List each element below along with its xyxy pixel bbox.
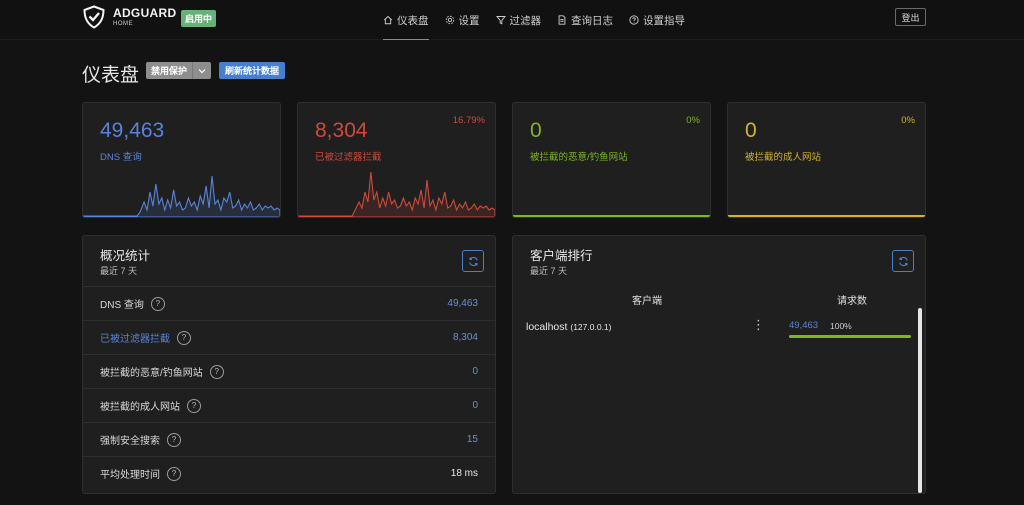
row-value[interactable]: 15 bbox=[467, 434, 478, 445]
nav-setup-guide[interactable]: 设置指导 bbox=[629, 0, 685, 40]
help-icon[interactable]: ? bbox=[167, 466, 181, 481]
stat-percent: 16.79% bbox=[452, 115, 485, 126]
stat-card-blocked-by-filters: 8,304 已被过滤器拦截 16.79% bbox=[297, 102, 496, 218]
row-label: 被拦截的恶意/钓鱼网站 bbox=[100, 368, 203, 379]
stat-value: 0 bbox=[745, 119, 757, 142]
client-ip: (127.0.0.1) bbox=[570, 322, 612, 332]
row-label: DNS 查询 bbox=[100, 300, 144, 311]
column-header-requests[interactable]: 请求数 bbox=[837, 292, 867, 307]
panel-title: 概况统计 bbox=[100, 249, 151, 263]
dns-queries-sparkline bbox=[83, 175, 280, 217]
help-icon bbox=[629, 15, 639, 25]
help-icon[interactable]: ? bbox=[150, 296, 165, 311]
table-row: localhost (127.0.0.1) ⋮ 49,463 100% bbox=[513, 316, 917, 346]
stat-label: 被拦截的恶意/钓鱼网站 bbox=[530, 152, 628, 163]
row-value[interactable]: 49,463 bbox=[447, 298, 478, 309]
disable-protection-label: 禁用保护 bbox=[151, 66, 188, 76]
stat-card-adult-sites: 0 被拦截的成人网站 0% bbox=[727, 102, 926, 218]
client-request-count[interactable]: 49,463 bbox=[789, 320, 818, 331]
document-icon bbox=[558, 15, 566, 25]
refresh-top-clients-button[interactable] bbox=[892, 250, 914, 272]
panel-subtitle: 最近 7 天 bbox=[530, 266, 568, 276]
row-value[interactable]: 0 bbox=[472, 400, 478, 411]
stat-row-blocked-by-filters: 已被过滤器拦截? 8,304 bbox=[83, 320, 495, 354]
panel-title: 客户端排行 bbox=[530, 249, 593, 263]
shield-check-icon bbox=[83, 5, 105, 29]
refresh-general-stats-button[interactable] bbox=[462, 250, 484, 272]
stat-label: 被拦截的成人网站 bbox=[745, 152, 822, 163]
nav-filters[interactable]: 过滤器 bbox=[495, 0, 542, 40]
stat-value: 0 bbox=[530, 119, 542, 142]
row-label: 强制安全搜索 bbox=[100, 436, 160, 447]
column-header-client[interactable]: 客户端 bbox=[632, 292, 662, 307]
top-clients-panel: 客户端排行 最近 7 天 客户端 请求数 localhost (127.0.0.… bbox=[512, 235, 926, 494]
client-name[interactable]: localhost (127.0.0.1) bbox=[526, 321, 612, 333]
nav-dashboard[interactable]: 仪表盘 bbox=[383, 0, 429, 40]
disable-protection-button[interactable]: 禁用保护 bbox=[146, 62, 212, 79]
row-value: 18 ms bbox=[450, 468, 478, 479]
stat-value: 8,304 bbox=[315, 119, 368, 142]
nav-query-log-label: 查询日志 bbox=[571, 14, 613, 27]
top-header: ADGUARD HOME 启用中 仪表盘 设置 过滤器 查询日志 设置指导 登出 bbox=[0, 0, 1024, 40]
gear-icon bbox=[445, 15, 454, 25]
malware-sparkline bbox=[513, 215, 710, 217]
chevron-down-icon[interactable] bbox=[192, 62, 211, 79]
nav-query-log[interactable]: 查询日志 bbox=[557, 0, 613, 40]
stat-card-dns-queries: 49,463 DNS 查询 bbox=[82, 102, 281, 218]
status-badge: 启用中 bbox=[181, 10, 217, 27]
client-request-bar-track bbox=[789, 335, 911, 338]
home-icon bbox=[383, 15, 393, 25]
stat-label: 已被过滤器拦截 bbox=[315, 152, 382, 163]
nav-settings[interactable]: 设置 bbox=[445, 0, 480, 40]
nav-filters-label: 过滤器 bbox=[509, 14, 542, 27]
row-value[interactable]: 8,304 bbox=[453, 332, 478, 343]
logo-subtitle: HOME bbox=[113, 21, 133, 27]
stat-card-malware-phishing: 0 被拦截的恶意/钓鱼网站 0% bbox=[512, 102, 711, 218]
nav-dashboard-label: 仪表盘 bbox=[397, 14, 429, 27]
adult-sparkline bbox=[728, 215, 925, 217]
stat-row-avg-processing-time: 平均处理时间? 18 ms bbox=[83, 456, 495, 490]
row-label: 平均处理时间 bbox=[100, 470, 160, 481]
row-label[interactable]: 已被过滤器拦截 bbox=[100, 330, 170, 345]
stat-row-malware-phishing: 被拦截的恶意/钓鱼网站? 0 bbox=[83, 354, 495, 388]
client-request-percent: 100% bbox=[830, 321, 852, 331]
stat-percent: 0% bbox=[901, 115, 915, 126]
help-icon[interactable]: ? bbox=[187, 398, 201, 413]
stat-label: DNS 查询 bbox=[100, 152, 142, 163]
stat-row-dns-queries: DNS 查询? 49,463 bbox=[83, 286, 495, 320]
stat-value: 49,463 bbox=[100, 119, 165, 142]
filter-icon bbox=[495, 16, 506, 25]
refresh-icon bbox=[898, 256, 908, 266]
scrollbar[interactable] bbox=[918, 308, 922, 493]
logo-name: ADGUARD bbox=[113, 6, 177, 20]
page-title: 仪表盘 bbox=[82, 65, 140, 86]
stat-percent: 0% bbox=[686, 115, 700, 126]
help-icon[interactable]: ? bbox=[177, 330, 191, 345]
client-request-bar bbox=[789, 335, 911, 338]
nav-setup-guide-label: 设置指导 bbox=[643, 14, 685, 27]
help-icon[interactable]: ? bbox=[167, 432, 181, 447]
stat-row-adult-sites: 被拦截的成人网站? 0 bbox=[83, 388, 495, 422]
stat-row-safe-search: 强制安全搜索? 15 bbox=[83, 422, 495, 456]
blocked-sparkline bbox=[298, 171, 495, 217]
row-value[interactable]: 0 bbox=[472, 366, 478, 377]
main-nav: 仪表盘 设置 过滤器 查询日志 设置指导 bbox=[383, 0, 701, 40]
help-icon[interactable]: ? bbox=[209, 364, 224, 379]
logout-button[interactable]: 登出 bbox=[895, 8, 926, 26]
panel-subtitle: 最近 7 天 bbox=[100, 266, 138, 276]
nav-settings-label: 设置 bbox=[458, 14, 480, 27]
refresh-icon bbox=[468, 256, 478, 266]
refresh-stats-button[interactable]: 刷新统计数据 bbox=[219, 62, 286, 79]
row-label: 被拦截的成人网站 bbox=[100, 402, 180, 413]
client-hostname: localhost bbox=[526, 321, 568, 333]
more-options-icon[interactable]: ⋮ bbox=[752, 318, 765, 331]
adguard-logo[interactable]: ADGUARD HOME bbox=[82, 5, 176, 29]
general-statistics-panel: 概况统计 最近 7 天 DNS 查询? 49,463 已被过滤器拦截? 8,30… bbox=[82, 235, 496, 494]
